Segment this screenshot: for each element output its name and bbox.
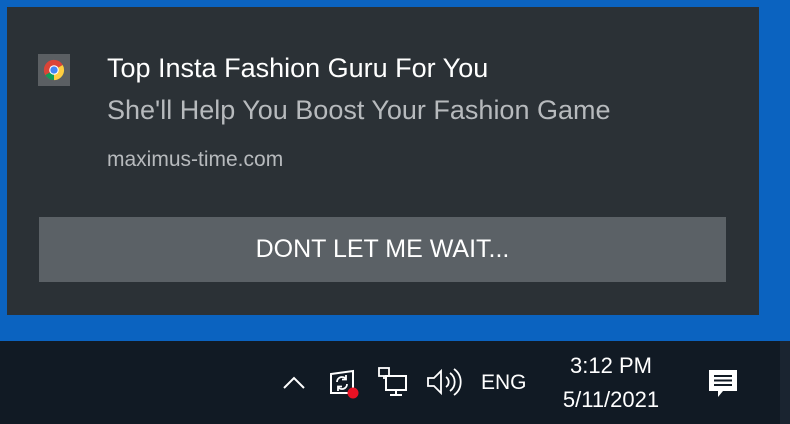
update-badge-icon <box>347 387 359 399</box>
volume-icon[interactable] <box>424 365 464 399</box>
clock-time: 3:12 PM <box>570 353 652 378</box>
network-icon[interactable] <box>376 365 410 399</box>
windows-update-icon[interactable] <box>326 365 360 399</box>
system-clock[interactable]: 3:12 PM 5/11/2021 <box>548 351 674 417</box>
desktop: Top Insta Fashion Guru For You She'll He… <box>0 0 790 424</box>
taskbar: ENG 3:12 PM 5/11/2021 <box>0 341 790 424</box>
notification-action-button[interactable]: DONT LET ME WAIT... <box>39 217 726 282</box>
toast-notification[interactable]: Top Insta Fashion Guru For You She'll He… <box>7 7 759 315</box>
language-indicator[interactable]: ENG <box>481 371 527 395</box>
show-desktop-button[interactable] <box>780 341 790 424</box>
action-center-icon[interactable] <box>705 365 741 401</box>
clock-date: 5/11/2021 <box>562 387 660 412</box>
chevron-up-icon[interactable] <box>280 369 308 397</box>
chrome-icon <box>38 54 70 86</box>
notification-title: Top Insta Fashion Guru For You <box>107 53 489 83</box>
notification-body: She'll Help You Boost Your Fashion Game <box>107 95 611 125</box>
notification-source: maximus-time.com <box>107 148 284 171</box>
